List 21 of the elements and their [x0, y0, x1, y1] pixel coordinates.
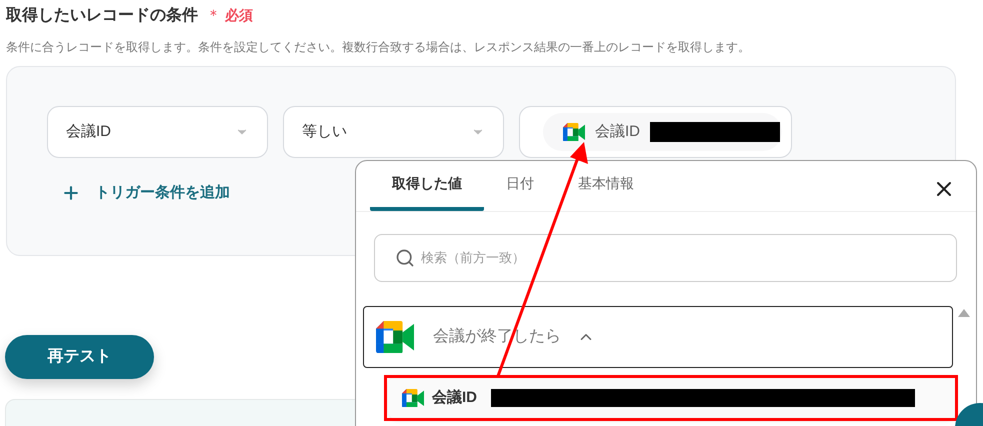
retest-button[interactable]: 再テスト [5, 335, 154, 379]
add-condition-link[interactable]: トリガー条件を追加 [61, 182, 230, 204]
search-input[interactable]: 検索（前方一致） [421, 248, 936, 268]
select-field[interactable]: 会議ID [47, 106, 268, 158]
trigger-group-header[interactable]: 会議が終了したら [363, 306, 953, 368]
required-mark: ＊ [206, 6, 221, 26]
section-title: 取得したいレコードの条件 [6, 6, 198, 26]
search-field[interactable]: 検索（前方一致） [374, 234, 957, 282]
tab[interactable]: 取得した値 [370, 160, 484, 211]
value-chip: 会議ID [543, 113, 782, 151]
value-item[interactable]: 会議ID [388, 376, 956, 420]
value-field[interactable]: 会議ID [519, 106, 792, 158]
description: 条件に合うレコードを取得します。条件を設定してください。複数行合致する場合は、レスポンス結果の一番上のレコードを取得します。 [6, 39, 751, 56]
video-camera-icon [402, 388, 424, 408]
video-camera-icon [563, 122, 585, 142]
search-icon [395, 248, 415, 268]
tab[interactable]: 基本情報 [556, 160, 656, 211]
required-label: 必須 [225, 6, 253, 25]
tab[interactable]: 日付 [484, 160, 556, 211]
video-camera-icon [376, 320, 414, 354]
select-field[interactable]: 等しい [283, 106, 504, 158]
